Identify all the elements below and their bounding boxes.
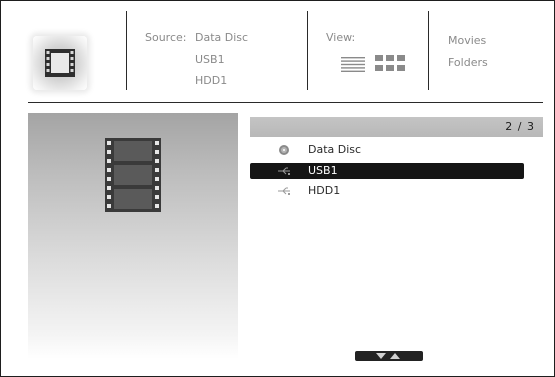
mode-option-movies[interactable]: Movies xyxy=(448,34,486,48)
list-item-data-disc[interactable]: Data Disc xyxy=(250,142,524,158)
usb-icon xyxy=(278,167,290,175)
list-item-hdd1[interactable]: HDD1 xyxy=(250,183,524,199)
grid-view-icon[interactable] xyxy=(375,55,405,73)
scroll-indicator[interactable] xyxy=(355,351,423,361)
list-item-label: HDD1 xyxy=(308,184,341,197)
view-label: View: xyxy=(326,31,356,44)
source-option-usb1[interactable]: USB1 xyxy=(195,53,225,67)
disc-icon xyxy=(279,145,289,155)
header-divider-2 xyxy=(307,11,308,90)
preview-panel xyxy=(28,113,238,359)
list-item-label: Data Disc xyxy=(308,143,362,156)
header-divider-3 xyxy=(428,11,429,90)
source-option-hdd1[interactable]: HDD1 xyxy=(195,74,227,88)
header-bottom-rule xyxy=(28,102,543,103)
source-option-data-disc[interactable]: Data Disc xyxy=(195,31,248,45)
scroll-arrows-icon xyxy=(376,353,400,359)
source-label: Source: xyxy=(145,31,187,44)
header-divider-1 xyxy=(126,11,127,90)
usb-icon xyxy=(278,187,290,195)
page-indicator: 2 / 3 xyxy=(505,120,535,133)
film-app-logo-icon xyxy=(33,36,87,90)
list-item-label: USB1 xyxy=(308,164,338,177)
mode-option-folders[interactable]: Folders xyxy=(448,56,488,70)
film-strip-icon xyxy=(105,138,161,212)
list-item-usb1[interactable]: USB1 xyxy=(250,163,524,179)
list-header-bar: 2 / 3 xyxy=(250,117,543,137)
list-view-icon[interactable] xyxy=(341,57,365,73)
